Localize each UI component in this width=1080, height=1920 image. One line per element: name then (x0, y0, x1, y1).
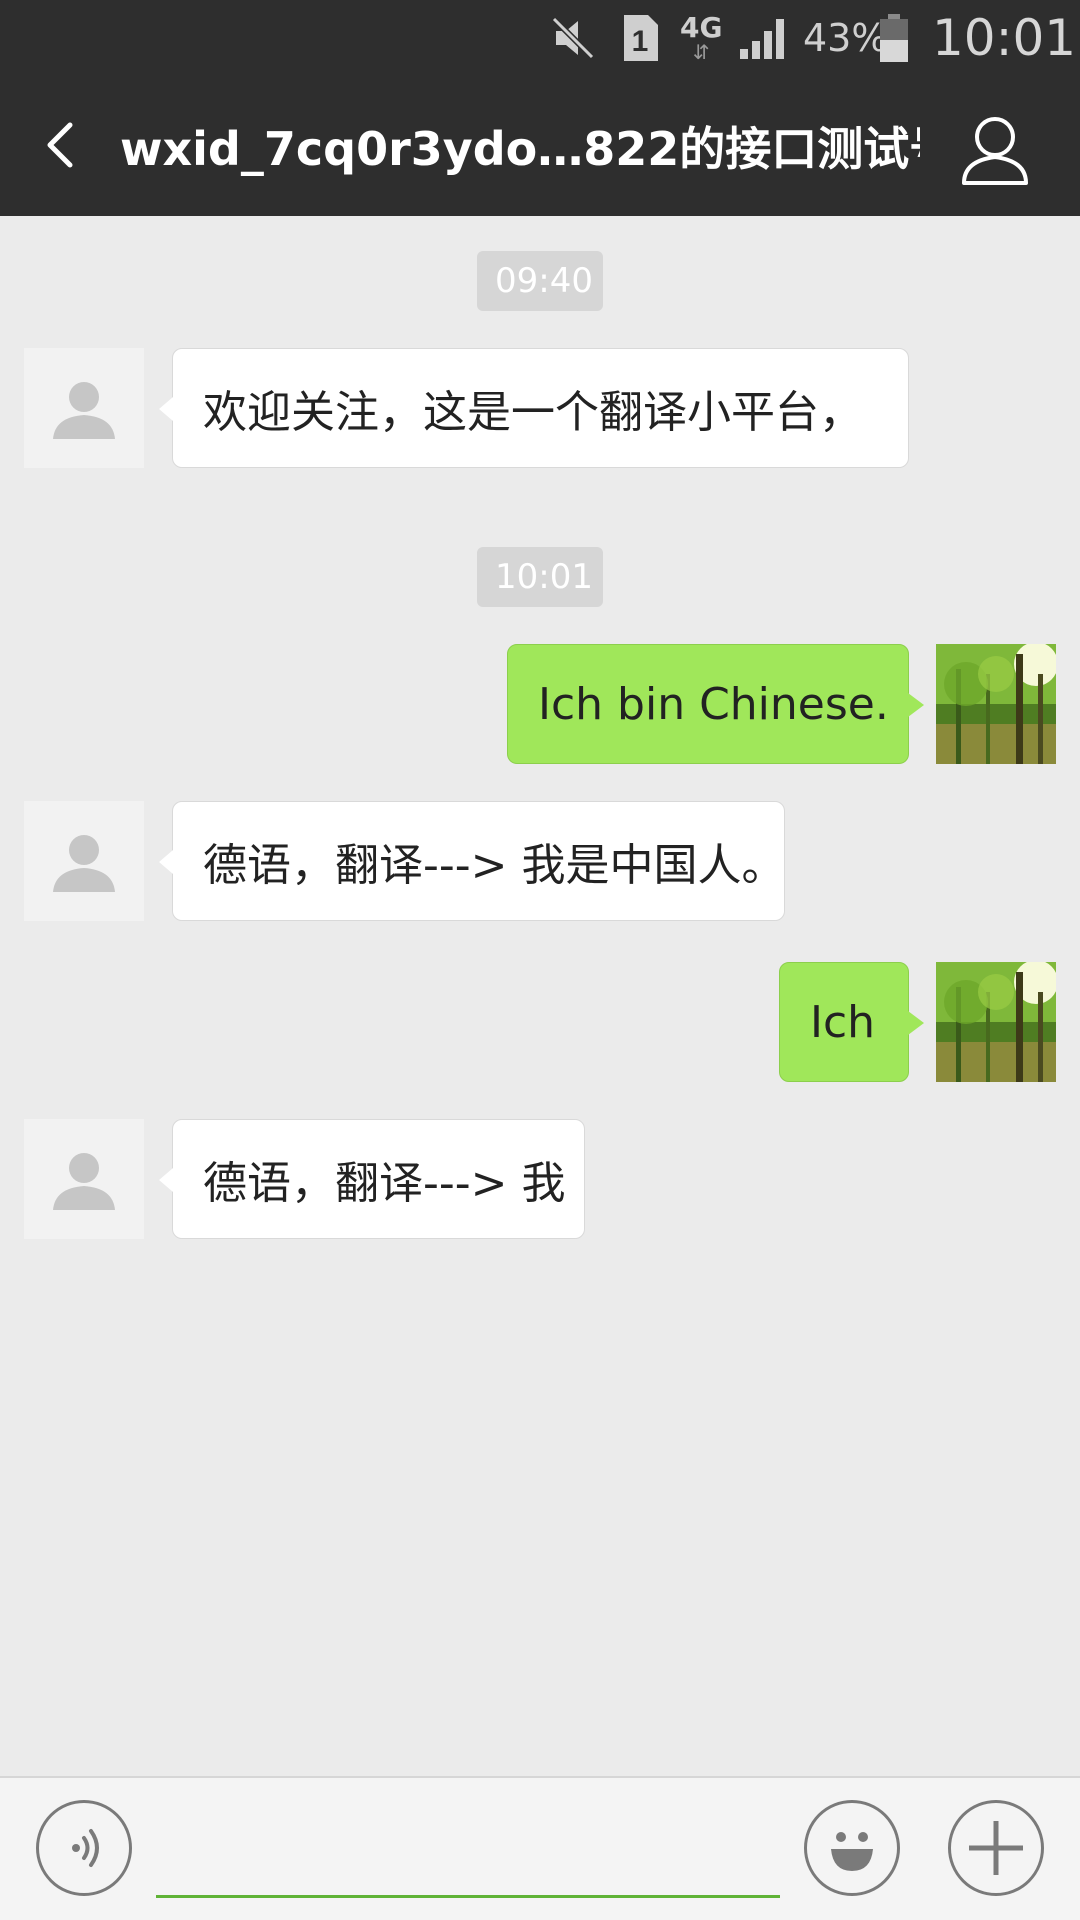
contact-avatar[interactable] (24, 1119, 144, 1239)
svg-text:1: 1 (632, 25, 649, 58)
battery-icon (878, 0, 910, 75)
default-avatar-icon (53, 1153, 115, 1210)
contact-avatar[interactable] (24, 348, 144, 468)
incoming-message[interactable]: 德语，翻译---> 我是中国人。 (159, 801, 785, 921)
chat-info-button[interactable] (950, 105, 1040, 195)
outgoing-message[interactable]: Ich (779, 962, 924, 1082)
status-bar: 1 4G ⇵ 43% 10:01 (0, 0, 1080, 75)
mute-icon (548, 0, 598, 75)
emoji-button[interactable] (804, 1800, 900, 1896)
message-input[interactable] (156, 1798, 780, 1898)
emoji-icon (831, 1832, 873, 1871)
signal-icon (738, 0, 790, 75)
input-bar (0, 1776, 1080, 1920)
voice-button[interactable] (36, 1800, 132, 1896)
title-bar: wxid_7cq0r3ydo…822的接口测试号 (0, 75, 1080, 216)
4g-icon: 4G ⇵ (680, 10, 723, 64)
back-button[interactable] (30, 105, 110, 185)
timestamp: 09:40 (477, 251, 603, 311)
my-avatar[interactable] (936, 962, 1056, 1082)
back-chevron-icon (47, 122, 73, 168)
person-icon (962, 117, 1028, 185)
timestamp: 10:01 (477, 547, 603, 607)
incoming-message[interactable]: 德语，翻译---> 我 (159, 1119, 585, 1239)
incoming-message[interactable]: 欢迎关注，这是一个翻译小平台， (159, 348, 909, 468)
network-type-label: 4G (680, 10, 723, 44)
battery-percent: 43% (803, 15, 888, 60)
chat-title: wxid_7cq0r3ydo…822的接口测试号 (120, 121, 920, 176)
voice-icon (72, 1829, 99, 1867)
default-avatar-icon (53, 835, 115, 892)
clock: 10:01 (932, 8, 1077, 67)
chat-area[interactable]: 09:40 欢迎关注，这是一个翻译小平台， 10:01 Ich bin Chin… (0, 216, 1080, 1776)
contact-avatar[interactable] (24, 801, 144, 921)
plus-icon (969, 1821, 1023, 1875)
outgoing-message[interactable]: Ich bin Chinese. (507, 644, 924, 764)
default-avatar-icon (53, 382, 115, 439)
forest-avatar-image (936, 644, 1056, 764)
my-avatar[interactable] (936, 644, 1056, 764)
sim-1-icon: 1 (620, 0, 660, 75)
forest-avatar-image (936, 962, 1056, 1082)
plus-button[interactable] (948, 1800, 1044, 1896)
